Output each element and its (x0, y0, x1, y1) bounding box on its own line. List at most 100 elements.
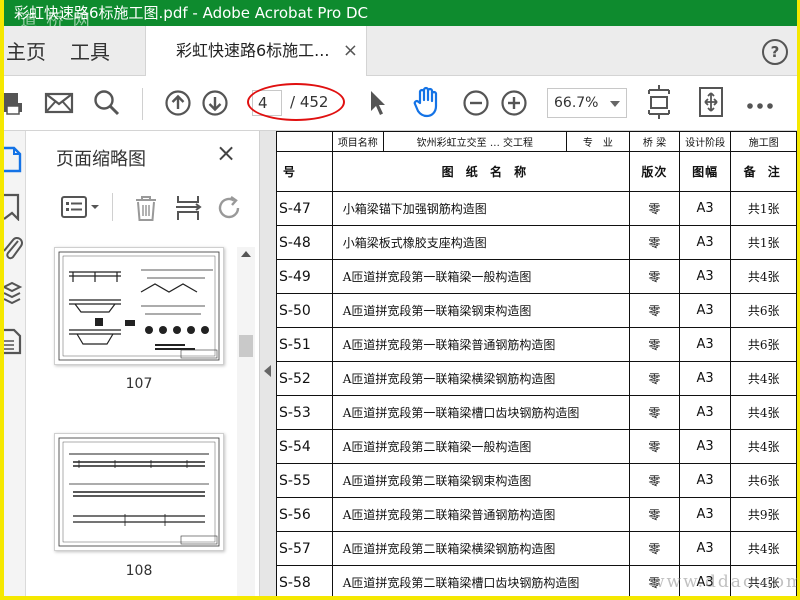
zoom-select[interactable]: 66.7% (547, 88, 627, 118)
content-icon[interactable] (4, 327, 24, 359)
strip-cell: 项目名称 (331, 131, 385, 152)
help-button[interactable]: ? (762, 39, 788, 65)
thumbnails-panel: 页面缩略图 × 107 108 (26, 131, 260, 596)
tab-tools[interactable]: 工具 (70, 36, 110, 65)
drawing-name: A匝道拼宽段第一联箱梁钢束构造图 (331, 293, 631, 328)
drawing-version: 零 (629, 327, 680, 362)
search-icon[interactable] (93, 89, 121, 121)
strip-cell: 施工图 (730, 131, 797, 152)
page-thumbnail[interactable] (54, 247, 224, 365)
thumbnails-scrollbar[interactable] (237, 247, 255, 596)
drawing-name: A匝道拼宽段第二联箱梁横梁钢筋构造图 (331, 531, 631, 566)
panel-collapse-handle[interactable] (260, 131, 276, 596)
page-thumbnail[interactable] (54, 433, 224, 551)
more-icon[interactable] (746, 96, 774, 115)
email-icon[interactable] (44, 89, 74, 121)
header-version: 版次 (629, 151, 680, 192)
navigation-rail (4, 131, 26, 596)
layers-icon[interactable] (4, 281, 24, 313)
scroll-up-arrow-icon[interactable] (241, 251, 251, 257)
header-number: 号 (276, 151, 333, 192)
drawing-number: S-55 (276, 463, 333, 498)
delete-icon[interactable] (132, 194, 160, 226)
drawing-name: A匝道拼宽段第二联箱梁普通钢筋构造图 (331, 497, 631, 532)
drawing-note: 共1张 (730, 191, 797, 226)
hand-tool-icon[interactable] (412, 86, 442, 122)
tab-bar: 主页 工具 彩虹快速路6标施工... × ? (4, 26, 797, 76)
table-row: S-51 A匝道拼宽段第一联箱梁普通钢筋构造图 零 A3 共6张 (276, 327, 797, 362)
drawing-name: A匝道拼宽段第一联箱梁槽口齿块钢筋构造图 (331, 395, 631, 430)
zoom-value: 66.7% (554, 95, 599, 111)
document-view[interactable]: 项目名称 钦州彩虹立交至 … 交工程 专 业 桥 梁 设计阶段 施工图 号 图 … (276, 131, 797, 596)
drawing-note: 共9张 (730, 497, 797, 532)
header-note: 备 注 (730, 151, 797, 192)
drawing-version: 零 (629, 361, 680, 396)
prev-page-icon[interactable] (164, 89, 192, 121)
insert-page-icon[interactable] (174, 194, 202, 226)
drawing-name: 小箱梁板式橡胶支座构造图 (331, 225, 631, 260)
tab-close-button[interactable]: × (343, 42, 358, 60)
tab-document[interactable]: 彩虹快速路6标施工... × (145, 26, 367, 76)
drawing-version: 零 (629, 191, 680, 226)
table-row: S-47 小箱梁锚下加强钢筋构造图 零 A3 共1张 (276, 191, 797, 226)
drawing-number: S-50 (276, 293, 333, 328)
drawing-version: 零 (629, 531, 680, 566)
next-page-icon[interactable] (201, 89, 229, 121)
drawing-name: A匝道拼宽段第二联箱梁槽口齿块钢筋构造图 (331, 565, 631, 596)
drawing-note: 共6张 (730, 327, 797, 362)
drawing-number: S-51 (276, 327, 333, 362)
attachments-icon[interactable] (4, 235, 24, 267)
main-toolbar: 4 / 452 66.7% (4, 76, 797, 131)
drawing-number: S-48 (276, 225, 333, 260)
drawing-note: 共4张 (730, 361, 797, 396)
page-thumbnails-icon[interactable] (4, 145, 24, 177)
drawing-number: S-58 (276, 565, 333, 596)
panel-toolbar-separator (112, 193, 113, 221)
drawing-number: S-57 (276, 531, 333, 566)
drawing-number: S-53 (276, 395, 333, 430)
table-row: S-53 A匝道拼宽段第一联箱梁槽口齿块钢筋构造图 零 A3 共4张 (276, 395, 797, 430)
options-icon[interactable] (60, 194, 102, 224)
table-row: S-48 小箱梁板式橡胶支座构造图 零 A3 共1张 (276, 225, 797, 260)
drawing-size: A3 (678, 395, 732, 430)
table-row: S-55 A匝道拼宽段第二联箱梁钢束构造图 零 A3 共6张 (276, 463, 797, 498)
highlight-ellipse (247, 83, 345, 121)
drawing-number: S-54 (276, 429, 333, 464)
drawing-version: 零 (629, 225, 680, 260)
print-icon[interactable] (4, 89, 24, 121)
tab-home[interactable]: 主页 (6, 36, 46, 65)
drawing-size: A3 (678, 497, 732, 532)
drawing-name: A匝道拼宽段第一联箱梁普通钢筋构造图 (331, 327, 631, 362)
rotate-icon[interactable] (216, 194, 244, 226)
drawing-name: A匝道拼宽段第二联箱梁一般构造图 (331, 429, 631, 464)
chevron-left-icon (264, 365, 271, 377)
drawing-size: A3 (678, 191, 732, 226)
drawing-size: A3 (678, 259, 732, 294)
table-row: S-57 A匝道拼宽段第二联箱梁横梁钢筋构造图 零 A3 共4张 (276, 531, 797, 566)
table-header-row: 号 图 纸 名 称 版次 图幅 备 注 (276, 151, 797, 192)
drawing-size: A3 (678, 293, 732, 328)
table-row: S-52 A匝道拼宽段第一联箱梁横梁钢筋构造图 零 A3 共4张 (276, 361, 797, 396)
scrollbar-thumb[interactable] (239, 335, 253, 357)
bookmarks-icon[interactable] (4, 193, 24, 225)
drawing-number: S-56 (276, 497, 333, 532)
panel-close-button[interactable]: × (216, 141, 236, 165)
drawing-version: 零 (629, 293, 680, 328)
thumbnail-page-number: 107 (125, 376, 153, 392)
drawing-note: 共6张 (730, 463, 797, 498)
fit-page-icon[interactable] (646, 84, 672, 124)
full-screen-icon[interactable] (698, 86, 724, 122)
table-row: S-54 A匝道拼宽段第二联箱梁一般构造图 零 A3 共4张 (276, 429, 797, 464)
table-body: S-47 小箱梁锚下加强钢筋构造图 零 A3 共1张 S-48 小箱梁板式橡胶支… (276, 191, 797, 596)
panel-title: 页面缩略图 (56, 149, 146, 170)
watermark-bottom: www.ddao.com (650, 572, 797, 592)
select-cursor-icon[interactable] (367, 89, 389, 121)
toolbar-separator (142, 88, 143, 120)
drawing-note: 共4张 (730, 395, 797, 430)
zoom-in-icon[interactable] (500, 89, 528, 121)
acrobat-window: 彩虹快速路6标施工图.pdf - Adobe Acrobat Pro DC 道 … (4, 0, 797, 596)
chevron-down-icon (610, 101, 620, 107)
table-row: S-49 A匝道拼宽段第一联箱梁一般构造图 零 A3 共4张 (276, 259, 797, 294)
zoom-out-icon[interactable] (462, 89, 490, 121)
drawing-size: A3 (678, 327, 732, 362)
